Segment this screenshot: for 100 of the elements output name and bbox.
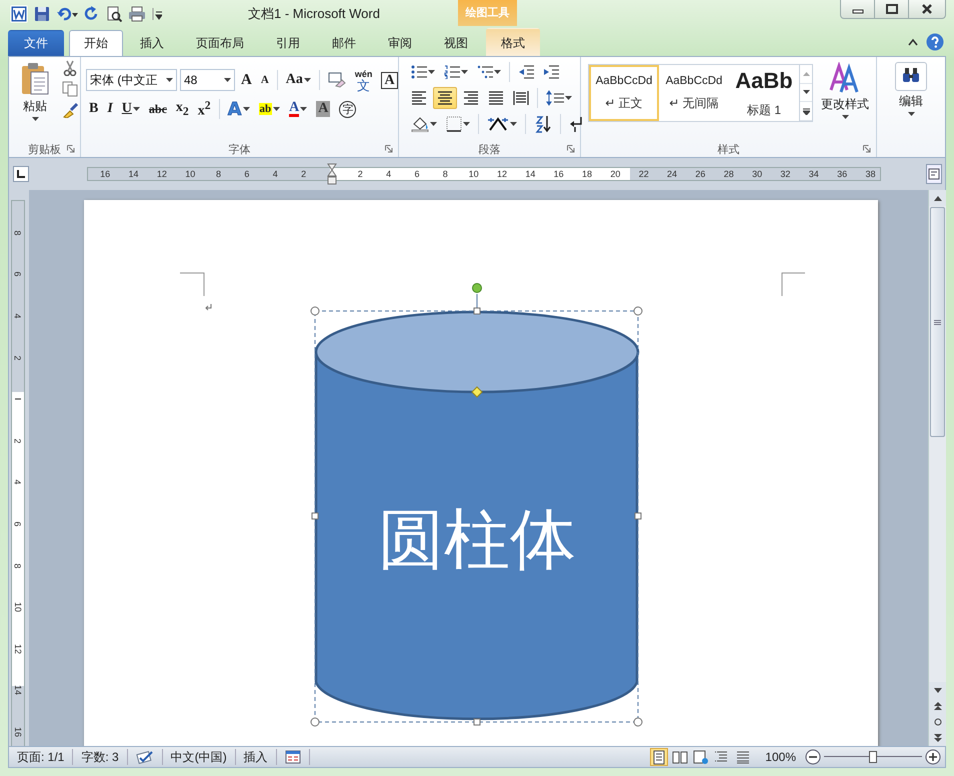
undo-icon[interactable]	[56, 6, 78, 22]
printer-icon[interactable]	[128, 6, 146, 22]
zoom-level[interactable]: 100%	[765, 750, 796, 764]
dropdown-arrow-icon[interactable]	[242, 106, 250, 112]
phonetic-guide-button[interactable]: wén 文	[352, 69, 376, 91]
editing-button[interactable]: 编辑	[880, 60, 942, 119]
dialog-launcher-icon[interactable]	[863, 145, 872, 153]
scissors-icon[interactable]	[62, 60, 78, 76]
resize-handle[interactable]	[634, 718, 642, 726]
bold-button[interactable]: B	[86, 98, 102, 120]
grow-font-button[interactable]: A	[238, 69, 255, 91]
dropdown-arrow-icon[interactable]	[300, 106, 308, 112]
ribbon-tab[interactable]: 文件	[8, 30, 64, 56]
resize-handle[interactable]	[310, 718, 320, 726]
paste-button[interactable]: 粘贴	[16, 60, 54, 141]
dropdown-arrow-icon[interactable]	[273, 106, 280, 112]
ribbon-tab[interactable]: 开始	[69, 30, 123, 56]
save-icon[interactable]	[34, 6, 50, 22]
resize-handle[interactable]	[634, 306, 642, 316]
subscript-button[interactable]: x$_{2}$	[172, 98, 192, 120]
ribbon-tab[interactable]: 邮件	[317, 30, 371, 56]
style-option[interactable]: AaBbCcDd ↵ 无间隔	[659, 65, 729, 121]
shape-text: 圆柱体	[378, 501, 576, 578]
superscript-button[interactable]: x$^{2}$	[194, 98, 214, 120]
underline-button[interactable]: U	[118, 98, 143, 120]
dropdown-arrow-icon[interactable]	[565, 96, 572, 100]
resize-handle[interactable]	[310, 306, 320, 316]
view-ruler-button[interactable]	[926, 164, 942, 184]
ruler-number: 20	[609, 169, 622, 179]
dropdown-arrow-icon[interactable]	[166, 78, 173, 82]
dropdown-arrow-icon[interactable]	[304, 78, 311, 82]
sort-icon	[534, 115, 552, 133]
proofing-icon[interactable]	[136, 750, 154, 764]
resize-handle[interactable]	[474, 308, 480, 314]
italic-button[interactable]: I	[104, 98, 116, 120]
redo-icon[interactable]	[84, 6, 100, 22]
next-page-button[interactable]	[929, 730, 946, 746]
change-case-button[interactable]: Aa	[282, 69, 314, 91]
word-count[interactable]: 字数: 3	[81, 748, 119, 766]
indent-marker-icon[interactable]	[326, 163, 337, 185]
resize-handle[interactable]	[474, 718, 480, 726]
shrink-font-button[interactable]: A	[258, 69, 272, 91]
macro-record-icon[interactable]	[284, 750, 301, 764]
dropdown-arrow-icon[interactable]	[510, 122, 517, 126]
customize-toolbar-icon[interactable]	[152, 6, 162, 22]
ribbon-tab[interactable]: 视图	[429, 30, 483, 56]
adjust-handle[interactable]	[471, 386, 483, 398]
strikethrough-button[interactable]: abc	[146, 98, 170, 120]
dropdown-arrow-icon[interactable]	[461, 70, 468, 74]
zoom-slider-thumb[interactable]	[869, 751, 877, 763]
zoom-in-icon[interactable]	[925, 749, 941, 765]
print-preview-icon[interactable]	[106, 6, 122, 22]
ruler-number: 6	[13, 521, 23, 526]
more-styles-icon[interactable]	[802, 108, 810, 115]
app-icon[interactable]	[10, 5, 28, 23]
ribbon-tab[interactable]: 格式	[486, 28, 540, 56]
text-effects-button[interactable]: A	[224, 98, 253, 120]
copy-icon[interactable]	[62, 81, 78, 97]
dropdown-arrow-icon[interactable]	[224, 78, 231, 82]
resize-handle[interactable]	[634, 512, 642, 520]
dropdown-arrow-icon[interactable]	[430, 122, 437, 126]
change-styles-button[interactable]: 更改样式	[817, 60, 873, 141]
web-layout-view-button[interactable]	[692, 748, 710, 766]
style-option[interactable]: AaBbCcDd ↵ 正文	[589, 65, 659, 121]
dropdown-arrow-icon[interactable]	[32, 117, 38, 122]
dialog-launcher-icon[interactable]	[567, 145, 575, 153]
zoom-out-icon[interactable]	[805, 749, 821, 765]
collapse-ribbon-icon[interactable]	[908, 38, 918, 46]
ribbon-tab[interactable]: 插入	[125, 30, 179, 56]
dropdown-arrow-icon[interactable]	[428, 70, 435, 74]
dropdown-arrow-icon[interactable]	[132, 106, 140, 112]
ribbon-tab[interactable]: 页面布局	[181, 30, 259, 56]
highlight-button[interactable]: ab	[256, 98, 284, 120]
vertical-ruler[interactable]: 8 6 4 2 2 4 6 8 10 12 14 16	[11, 200, 25, 746]
dialog-launcher-icon[interactable]	[385, 145, 393, 153]
insert-mode-indicator[interactable]: 插入	[244, 748, 268, 766]
dropdown-arrow-icon[interactable]	[842, 115, 848, 120]
page-count[interactable]: 页面: 1/1	[17, 748, 64, 766]
dropdown-arrow-icon[interactable]	[494, 70, 501, 74]
font-color-button[interactable]: A	[286, 98, 310, 120]
font-name-field[interactable]: 宋体 (中文正	[86, 69, 177, 91]
font-size-field[interactable]: 48	[180, 69, 235, 91]
scroll-down-button[interactable]	[929, 682, 946, 698]
ribbon-tab[interactable]: 审阅	[373, 30, 427, 56]
resize-handle[interactable]	[312, 512, 318, 520]
help-icon[interactable]	[926, 33, 944, 51]
style-option[interactable]: AaBb 标题 1	[729, 65, 799, 121]
ruler-number: 32	[779, 169, 792, 179]
dropdown-arrow-icon[interactable]	[463, 122, 470, 126]
dropdown-arrow-icon[interactable]	[908, 112, 915, 117]
print-layout-view-button[interactable]	[650, 748, 668, 766]
scroll-down-icon[interactable]	[802, 90, 810, 95]
ribbon-tab[interactable]: 引用	[261, 30, 315, 56]
scrollbar-thumb[interactable]	[930, 207, 945, 437]
language-indicator[interactable]: 中文(中国)	[170, 748, 227, 766]
scroll-up-button[interactable]	[929, 190, 946, 206]
alignment-button[interactable]	[433, 87, 457, 109]
dialog-launcher-icon[interactable]	[67, 145, 75, 153]
brush-icon[interactable]	[62, 102, 78, 118]
tab-selector[interactable]	[13, 166, 29, 182]
